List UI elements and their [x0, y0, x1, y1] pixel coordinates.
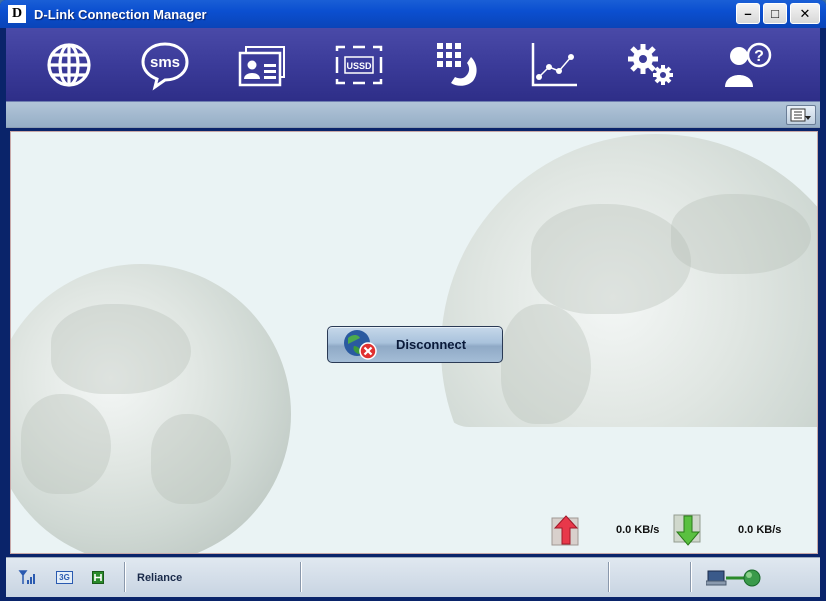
upload-rate: 0.0 KB/s: [616, 524, 660, 536]
main-panel: Disconnect 0.0 KB/s 0.0 KB/s: [10, 131, 818, 554]
sms-button[interactable]: sms: [134, 36, 196, 94]
disconnect-label: Disconnect: [396, 337, 467, 352]
disconnect-icon: [340, 328, 380, 362]
help-user-icon: ?: [725, 42, 772, 87]
internet-button[interactable]: [38, 36, 100, 94]
window-title: D-Link Connection Manager: [34, 6, 207, 22]
dlink-logo-icon: D: [8, 5, 26, 23]
globe-icon: [47, 43, 91, 87]
background-globe-left: [11, 264, 291, 553]
operator-name: Reliance: [137, 572, 183, 584]
settings-gears-icon: [628, 44, 673, 85]
phone-dialpad-icon: [437, 43, 477, 86]
sms-icon-text: sms: [150, 54, 180, 71]
settings-button[interactable]: [620, 36, 682, 94]
ussd-icon-text: USSD: [346, 61, 372, 71]
upload-arrow-icon: [551, 514, 581, 546]
download-arrow-icon: [673, 514, 703, 546]
ussd-icon: USSD: [335, 45, 383, 85]
status-bar: 3G Reliance: [6, 557, 820, 597]
contacts-button[interactable]: [231, 36, 293, 94]
sms-icon: sms: [141, 42, 189, 91]
network-type-badge: 3G: [56, 571, 73, 584]
close-button[interactable]: ✕: [790, 3, 820, 24]
main-toolbar: sms USSD ?: [6, 28, 820, 102]
disconnect-button[interactable]: Disconnect: [327, 326, 503, 363]
app-window: D D-Link Connection Manager – □ ✕ sms US…: [0, 0, 826, 601]
download-rate: 0.0 KB/s: [738, 524, 782, 536]
minimize-button[interactable]: –: [736, 3, 760, 24]
svg-text:?: ?: [754, 48, 764, 65]
maximize-button[interactable]: □: [763, 3, 787, 24]
window-controls: – □ ✕: [736, 3, 820, 24]
hspa-indicator-icon: [92, 571, 104, 584]
statistics-button[interactable]: [524, 36, 586, 94]
ussd-button[interactable]: USSD: [328, 36, 390, 94]
help-button[interactable]: ?: [716, 36, 778, 94]
connection-status-icon: [706, 569, 761, 587]
earth-image: [441, 134, 817, 427]
signal-strength-icon: [18, 570, 35, 584]
background-globe-right: [441, 132, 817, 427]
title-bar[interactable]: D D-Link Connection Manager – □ ✕: [0, 0, 826, 28]
contacts-icon: [238, 46, 285, 87]
list-dropdown-icon: [790, 108, 811, 122]
dialer-button[interactable]: [428, 36, 490, 94]
view-menu-button[interactable]: [786, 105, 816, 125]
sub-toolbar: [6, 102, 820, 128]
statistics-chart-icon: [531, 43, 577, 87]
